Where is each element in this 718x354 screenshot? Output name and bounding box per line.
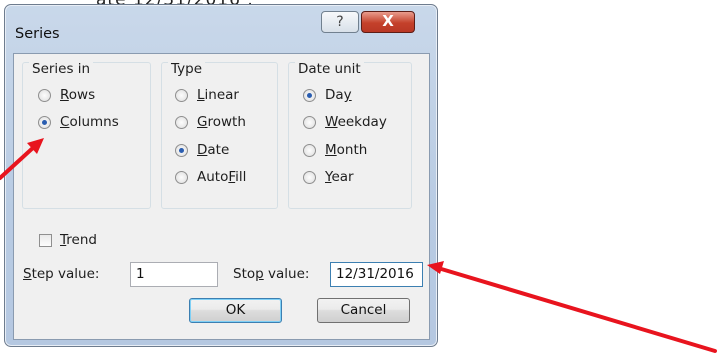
radio-month-label: Month [325, 142, 368, 158]
radio-date-label: Date [197, 142, 230, 158]
radio-day[interactable]: Day [303, 86, 352, 104]
dialog-body: Series in Rows Columns Type Linear Growt… [13, 53, 430, 340]
radio-day-indicator[interactable] [303, 88, 316, 102]
radio-rows[interactable]: Rows [38, 86, 95, 104]
radio-weekday-indicator[interactable] [303, 115, 316, 129]
radio-columns-indicator[interactable] [38, 115, 51, 129]
radio-growth[interactable]: Growth [175, 113, 246, 131]
dialog-title: Series [15, 26, 60, 42]
radio-linear-label: Linear [197, 87, 239, 103]
title-bar[interactable]: Series ? X [5, 5, 437, 53]
radio-autofill[interactable]: AutoFill [175, 168, 246, 186]
step-value-label: Step value: [23, 266, 100, 282]
date-unit-label: Date unit [295, 61, 364, 77]
radio-linear-indicator[interactable] [175, 88, 188, 102]
radio-weekday-label: Weekday [325, 114, 387, 130]
trend-label: Trend [60, 232, 97, 248]
radio-autofill-indicator[interactable] [175, 170, 188, 184]
radio-day-label: Day [325, 87, 352, 103]
date-unit-group: Date unit Day Weekday Month Year [288, 61, 412, 209]
radio-date[interactable]: Date [175, 141, 229, 159]
type-label: Type [168, 61, 206, 77]
radio-year-indicator[interactable] [303, 170, 316, 184]
arrow-to-stop-value [427, 261, 717, 353]
radio-columns[interactable]: Columns [38, 113, 119, 131]
radio-rows-indicator[interactable] [38, 88, 51, 102]
radio-year[interactable]: Year [303, 168, 354, 186]
trend-checkbox-box[interactable] [39, 233, 52, 247]
radio-growth-label: Growth [197, 114, 246, 130]
radio-autofill-label: AutoFill [197, 169, 247, 185]
radio-weekday[interactable]: Weekday [303, 113, 387, 131]
radio-month[interactable]: Month [303, 141, 367, 159]
series-dialog: Series ? X Series in Rows Columns Type L… [4, 4, 438, 347]
radio-date-indicator[interactable] [175, 143, 188, 157]
series-in-group: Series in Rows Columns [22, 61, 151, 209]
cancel-button[interactable]: Cancel [317, 298, 410, 323]
radio-linear[interactable]: Linear [175, 86, 239, 104]
series-in-label: Series in [29, 61, 94, 77]
radio-year-label: Year [325, 169, 354, 185]
radio-columns-label: Columns [60, 114, 119, 130]
type-group: Type Linear Growth Date AutoFill [161, 61, 278, 209]
stop-value-input[interactable]: 12/31/2016 [330, 262, 423, 287]
radio-rows-label: Rows [60, 87, 96, 103]
step-value-input[interactable]: 1 [130, 262, 218, 287]
ok-button[interactable]: OK [189, 298, 282, 323]
trend-checkbox[interactable]: Trend [39, 231, 97, 249]
radio-growth-indicator[interactable] [175, 115, 188, 129]
close-button[interactable]: X [361, 11, 415, 33]
stop-value-label: Stop value: [233, 266, 310, 282]
help-button[interactable]: ? [321, 11, 359, 33]
radio-month-indicator[interactable] [303, 143, 316, 157]
